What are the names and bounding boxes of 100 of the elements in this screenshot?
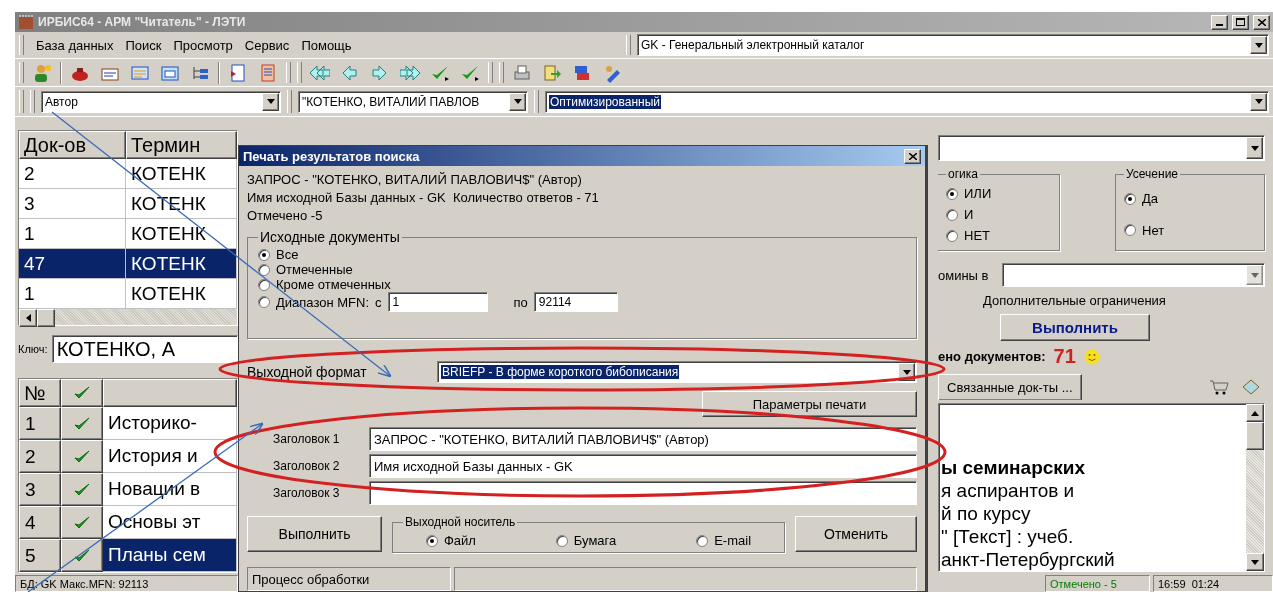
dropdown-button[interactable] xyxy=(1250,92,1267,111)
status-time: 16:59 01:24 xyxy=(1153,575,1273,592)
run-button[interactable]: Выполнить xyxy=(1000,314,1150,341)
header-label: Заголовок 2 xyxy=(273,459,341,473)
radio-option[interactable]: ИЛИ xyxy=(946,186,1051,201)
table-cell[interactable]: 1 xyxy=(19,219,126,249)
group-title: Выходной носитель xyxy=(404,515,517,529)
scroll-left-button[interactable] xyxy=(19,309,37,327)
dropdown-button[interactable] xyxy=(509,92,526,111)
menu-item[interactable]: Поиск xyxy=(119,35,168,55)
close-button[interactable] xyxy=(904,148,921,164)
radio-option[interactable]: Файл xyxy=(425,533,476,548)
table-cell: 3 xyxy=(19,473,61,506)
table-cell[interactable]: КОТЕНК xyxy=(126,249,237,279)
table-cell[interactable]: КОТЕНК xyxy=(126,159,237,189)
app-icon xyxy=(18,14,34,30)
key-label: Ключ: xyxy=(18,343,48,355)
column-header[interactable] xyxy=(103,379,237,407)
table-cell[interactable]: 1 xyxy=(19,279,126,309)
from-field[interactable]: 1 xyxy=(387,292,488,312)
menu-item[interactable]: Помощь xyxy=(295,35,358,55)
map-icon xyxy=(1241,378,1261,396)
combo-field[interactable] xyxy=(938,135,1265,161)
scroll-down-button[interactable] xyxy=(1246,553,1264,571)
document-text-line: " [Текст] : учеб. xyxy=(941,525,1075,548)
print-settings-button[interactable]: Параметры печати xyxy=(702,391,917,417)
menu-item[interactable]: Просмотр xyxy=(167,35,239,55)
close-icon xyxy=(908,152,917,160)
radio-option[interactable]: Кроме отмеченных xyxy=(258,277,908,292)
document-text-line: я аспирантов и xyxy=(941,479,1076,502)
search-field-dropdown[interactable]: Автор xyxy=(41,90,281,113)
cart-icon xyxy=(1209,379,1229,395)
terms-in-dropdown[interactable] xyxy=(1002,263,1265,287)
group-title: огика xyxy=(947,167,979,181)
check-icon xyxy=(74,416,90,431)
radio-option[interactable]: НЕТ xyxy=(946,228,1051,243)
radio-option[interactable]: Да xyxy=(1124,191,1256,207)
search-term-dropdown[interactable]: "КОТЕНКО, ВИТАЛИЙ ПАВЛОВ xyxy=(298,90,528,113)
header-field[interactable]: ЗАПРОС - "КОТЕНКО, ВИТАЛИЙ ПАВЛОВИЧ$" (Автор) xyxy=(369,427,917,451)
run-button[interactable]: Выполнить xyxy=(247,516,382,552)
table-cell[interactable]: КОТЕНК xyxy=(126,279,237,309)
key-field[interactable]: КОТЕНКО, А xyxy=(51,335,238,363)
column-header[interactable] xyxy=(61,379,103,407)
info-line: ЗАПРОС - "КОТЕНКО, ВИТАЛИЙ ПАВЛОВИЧ$" (Автор) xyxy=(247,171,583,189)
dialog-title: Печать результатов поиска xyxy=(243,148,421,164)
checkbox-cell[interactable] xyxy=(61,407,103,440)
status-database: БД: GK Макс.MFN: 92113 xyxy=(15,575,238,592)
checkbox-cell[interactable] xyxy=(61,473,103,506)
menu-item[interactable]: Сервис xyxy=(238,35,296,55)
table-cell[interactable]: История и xyxy=(103,440,237,473)
header-field[interactable] xyxy=(369,481,917,505)
database-dropdown[interactable]: GK - Генеральный электронный каталог xyxy=(637,34,1269,56)
radio-option[interactable]: E-mail xyxy=(696,533,752,548)
dropdown-button[interactable] xyxy=(1250,36,1267,54)
vertical-scrollbar[interactable] xyxy=(1246,404,1264,571)
format-dropdown[interactable]: BRIEFP - В форме короткого бибописания xyxy=(437,361,917,383)
table-cell[interactable]: 3 xyxy=(19,189,126,219)
radio-option[interactable]: Отмеченные xyxy=(258,262,908,277)
from-label: с xyxy=(375,294,382,310)
document-text-line: й по курсу xyxy=(941,502,1032,525)
scroll-thumb[interactable] xyxy=(1246,422,1264,450)
maximize-icon xyxy=(1236,18,1245,26)
down-arrow-icon xyxy=(1251,559,1259,565)
scroll-thumb[interactable] xyxy=(37,309,55,327)
column-header[interactable]: Термин xyxy=(126,131,237,159)
column-header[interactable]: Док-ов xyxy=(19,131,126,159)
table-cell[interactable]: 47 xyxy=(19,249,126,279)
column-header[interactable]: № xyxy=(19,379,61,407)
printer-icon xyxy=(512,62,532,83)
close-button[interactable] xyxy=(1253,14,1270,30)
minimize-button[interactable] xyxy=(1211,14,1228,30)
check-icon xyxy=(74,482,90,497)
menu-item[interactable]: База данных xyxy=(30,35,120,55)
table-cell[interactable]: Планы сем xyxy=(103,539,237,572)
dropdown-button[interactable] xyxy=(262,92,279,111)
caret-icon xyxy=(902,369,911,375)
radio-option[interactable]: И xyxy=(946,207,1051,222)
checkbox-cell[interactable] xyxy=(61,506,103,539)
table-cell[interactable]: Историко- xyxy=(103,407,237,440)
scroll-up-button[interactable] xyxy=(1246,404,1264,422)
horizontal-scrollbar[interactable] xyxy=(19,309,237,325)
checkbox-cell[interactable] xyxy=(61,539,103,572)
document-text-line: ы семинарских xyxy=(941,456,1087,479)
dropdown-button[interactable] xyxy=(1246,137,1263,159)
header-label: Заголовок 1 xyxy=(273,432,341,446)
radio-option[interactable]: Бумага xyxy=(555,533,617,548)
radio-option[interactable]: Все xyxy=(258,247,908,262)
maximize-button[interactable] xyxy=(1232,14,1249,30)
table-cell[interactable]: 2 xyxy=(19,159,126,189)
tab[interactable]: Связанные док-ты ... xyxy=(938,374,1082,400)
radio-option[interactable]: Нет xyxy=(1124,222,1256,238)
document-icon xyxy=(228,62,248,83)
checkbox-cell[interactable] xyxy=(61,440,103,473)
header-label: Заголовок 3 xyxy=(273,486,341,500)
check-icon xyxy=(74,548,90,563)
header-field[interactable]: Имя исходной Базы данных - GK xyxy=(369,454,917,478)
to-field[interactable]: 92114 xyxy=(533,292,618,312)
search-mode-dropdown[interactable]: Оптимизированный xyxy=(545,90,1269,113)
table-cell[interactable]: КОТЕНК xyxy=(126,219,237,249)
cancel-button[interactable]: Отменить xyxy=(795,516,917,552)
